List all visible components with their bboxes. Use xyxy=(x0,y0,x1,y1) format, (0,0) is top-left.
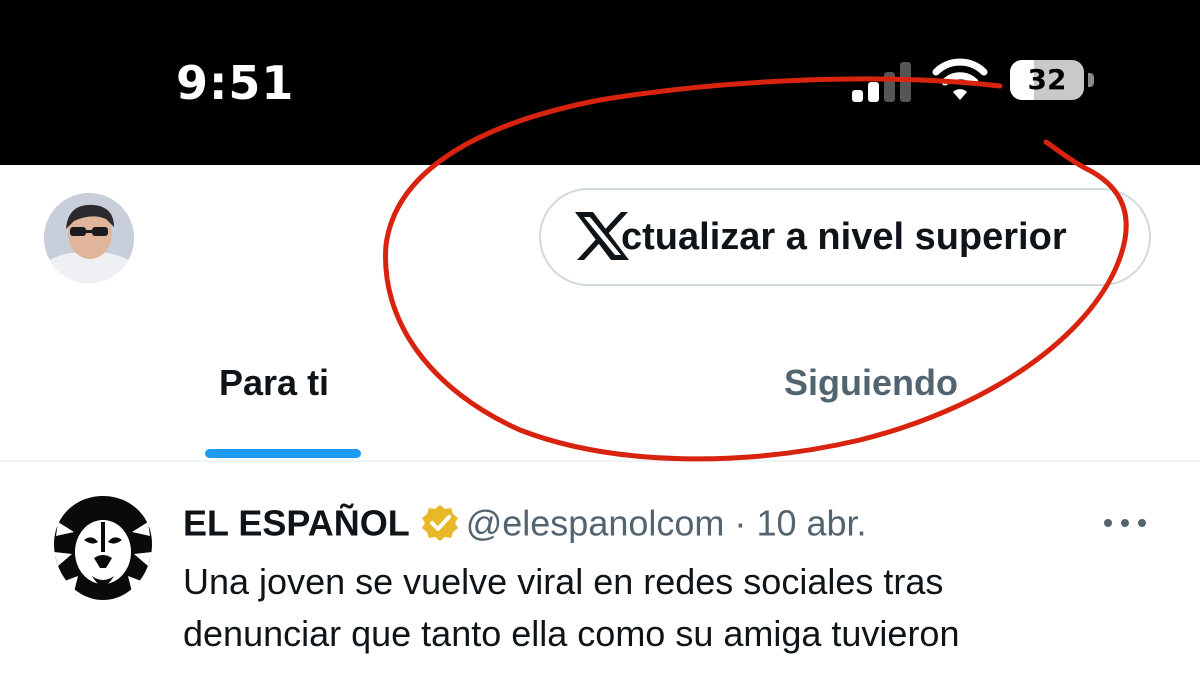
tweet-author-handle[interactable]: @elespanolcom xyxy=(466,502,725,543)
upgrade-button-label: ctualizar a nivel superior xyxy=(621,216,1067,258)
tweet-header: EL ESPAÑOL @elespanolcom · 10 abr. xyxy=(183,500,867,546)
upgrade-button[interactable]: ctualizar a nivel superior xyxy=(539,188,1151,286)
tweet-text-line: denunciar que tanto ella como su amiga t… xyxy=(183,613,960,654)
tweet-text-line: Una joven se vuelve viral en redes socia… xyxy=(183,561,944,602)
battery-icon: 32 xyxy=(1010,60,1084,100)
battery-percentage: 32 xyxy=(1027,63,1067,96)
tab-for-you[interactable]: Para ti xyxy=(219,362,329,404)
tweet-author-name[interactable]: EL ESPAÑOL xyxy=(183,502,410,543)
tweet-separator: · xyxy=(734,502,747,544)
signal-icon xyxy=(852,60,912,102)
battery-tip xyxy=(1088,73,1094,87)
active-tab-indicator xyxy=(205,449,361,458)
wifi-icon xyxy=(932,58,988,100)
profile-avatar[interactable] xyxy=(44,193,134,283)
lion-logo-icon xyxy=(48,492,158,604)
tweet-date[interactable]: 10 abr. xyxy=(756,502,866,543)
tabs-divider xyxy=(0,460,1200,462)
tweet-author-avatar[interactable] xyxy=(48,492,158,604)
verified-badge-icon xyxy=(421,505,458,542)
more-options-icon[interactable] xyxy=(1102,507,1148,535)
status-bar: 9:51 32 xyxy=(0,0,1200,165)
status-time: 9:51 xyxy=(176,56,295,110)
avatar-image xyxy=(44,193,134,283)
tab-following[interactable]: Siguiendo xyxy=(784,362,958,404)
tweet-text[interactable]: Una joven se vuelve viral en redes socia… xyxy=(183,556,1143,660)
